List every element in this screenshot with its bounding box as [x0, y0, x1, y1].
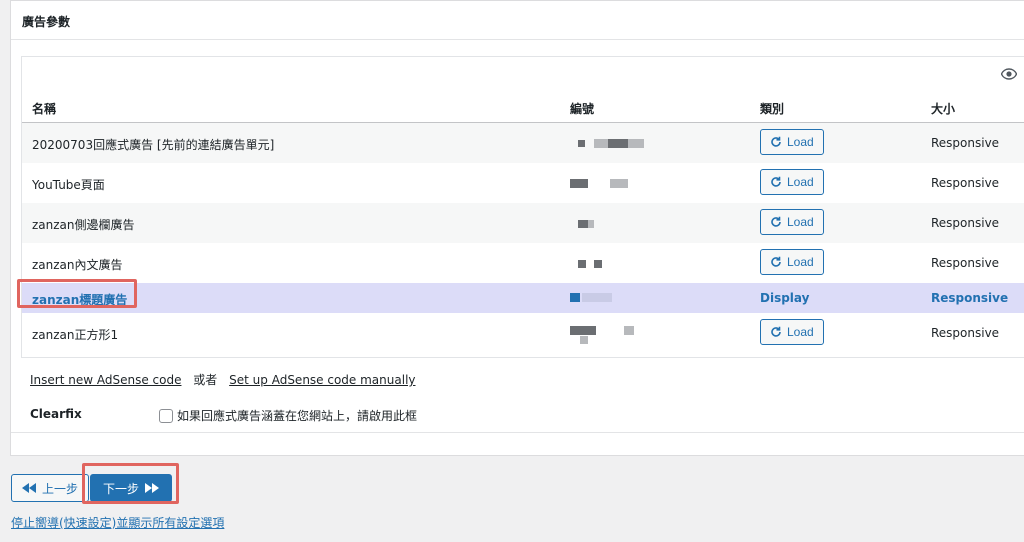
refresh-icon — [771, 256, 781, 267]
ad-size: Responsive — [931, 176, 1000, 190]
table-header: 名稱 編號 類別 大小 — [22, 91, 1024, 123]
load-button[interactable]: Load — [760, 249, 824, 275]
load-button[interactable]: Load — [760, 169, 824, 195]
refresh-icon — [771, 136, 781, 147]
prev-step-button[interactable]: 上一步 — [11, 474, 90, 502]
refresh-icon — [771, 326, 781, 337]
ad-type: Display — [760, 291, 810, 305]
ad-units-table: 名稱 編號 類別 大小 20200703回應式廣告 [先前的連結廣告單元] Lo… — [21, 56, 1024, 358]
ad-name: YouTube頁面 — [32, 178, 105, 192]
ad-name: zanzan側邊欄廣告 — [32, 218, 135, 232]
table-row-selected[interactable]: zanzan標題廣告 Display Responsive — [22, 283, 1024, 313]
refresh-icon — [771, 216, 781, 227]
table-row[interactable]: zanzan正方形1 Load Responsive — [22, 313, 1024, 353]
or-text: 或者 — [193, 373, 218, 387]
load-button[interactable]: Load — [760, 209, 824, 235]
clearfix-option[interactable]: 如果回應式廣告涵蓋在您網站上，請啟用此框 — [159, 407, 417, 424]
clearfix-text: 如果回應式廣告涵蓋在您網站上，請啟用此框 — [177, 409, 418, 423]
load-button[interactable]: Load — [760, 129, 824, 155]
panel-title: 廣告參數 — [22, 15, 71, 29]
adsense-links: Insert new AdSense code 或者 Set up AdSens… — [30, 371, 416, 388]
next-step-button[interactable]: 下一步 — [90, 474, 173, 502]
ad-size: Responsive — [931, 291, 1009, 305]
setup-manual-link[interactable]: Set up AdSense code manually — [229, 373, 415, 387]
load-button[interactable]: Load — [760, 319, 824, 345]
clearfix-checkbox[interactable] — [159, 408, 173, 423]
ad-size: Responsive — [931, 326, 1000, 340]
clearfix-label: Clearfix — [30, 407, 82, 421]
ad-name: zanzan內文廣告 — [32, 258, 123, 272]
table-row[interactable]: zanzan側邊欄廣告 Load Responsive — [22, 203, 1024, 243]
divider — [11, 432, 1024, 433]
double-chevron-right-icon — [145, 483, 160, 493]
table-row[interactable]: 20200703回應式廣告 [先前的連結廣告單元] Load Responsiv… — [22, 123, 1024, 163]
divider — [11, 39, 1024, 40]
ad-name: zanzan標題廣告 — [32, 293, 128, 307]
double-chevron-left-icon — [22, 483, 36, 493]
column-header-name: 名稱 — [32, 102, 57, 116]
column-header-id: 編號 — [570, 102, 595, 116]
ad-size: Responsive — [931, 136, 1000, 150]
ad-size: Responsive — [931, 216, 1000, 230]
ad-size: Responsive — [931, 256, 1000, 270]
stop-wizard-link[interactable]: 停止嚮導(快速設定)並顯示所有設定選項 — [11, 514, 224, 531]
table-row[interactable]: zanzan內文廣告 Load Responsive — [22, 243, 1024, 283]
refresh-icon — [771, 176, 781, 187]
insert-new-adsense-link[interactable]: Insert new AdSense code — [30, 373, 181, 387]
column-header-size: 大小 — [931, 102, 956, 116]
table-row[interactable]: YouTube頁面 Load Responsive — [22, 163, 1024, 203]
ad-name: 20200703回應式廣告 [先前的連結廣告單元] — [32, 138, 275, 152]
column-header-type: 類別 — [760, 102, 785, 116]
eye-icon[interactable] — [1001, 68, 1017, 80]
ad-parameters-panel: 廣告參數 名稱 編號 類別 大小 20200703回應式廣告 [先前的連結廣告單… — [10, 0, 1024, 456]
ad-name: zanzan正方形1 — [32, 328, 119, 342]
